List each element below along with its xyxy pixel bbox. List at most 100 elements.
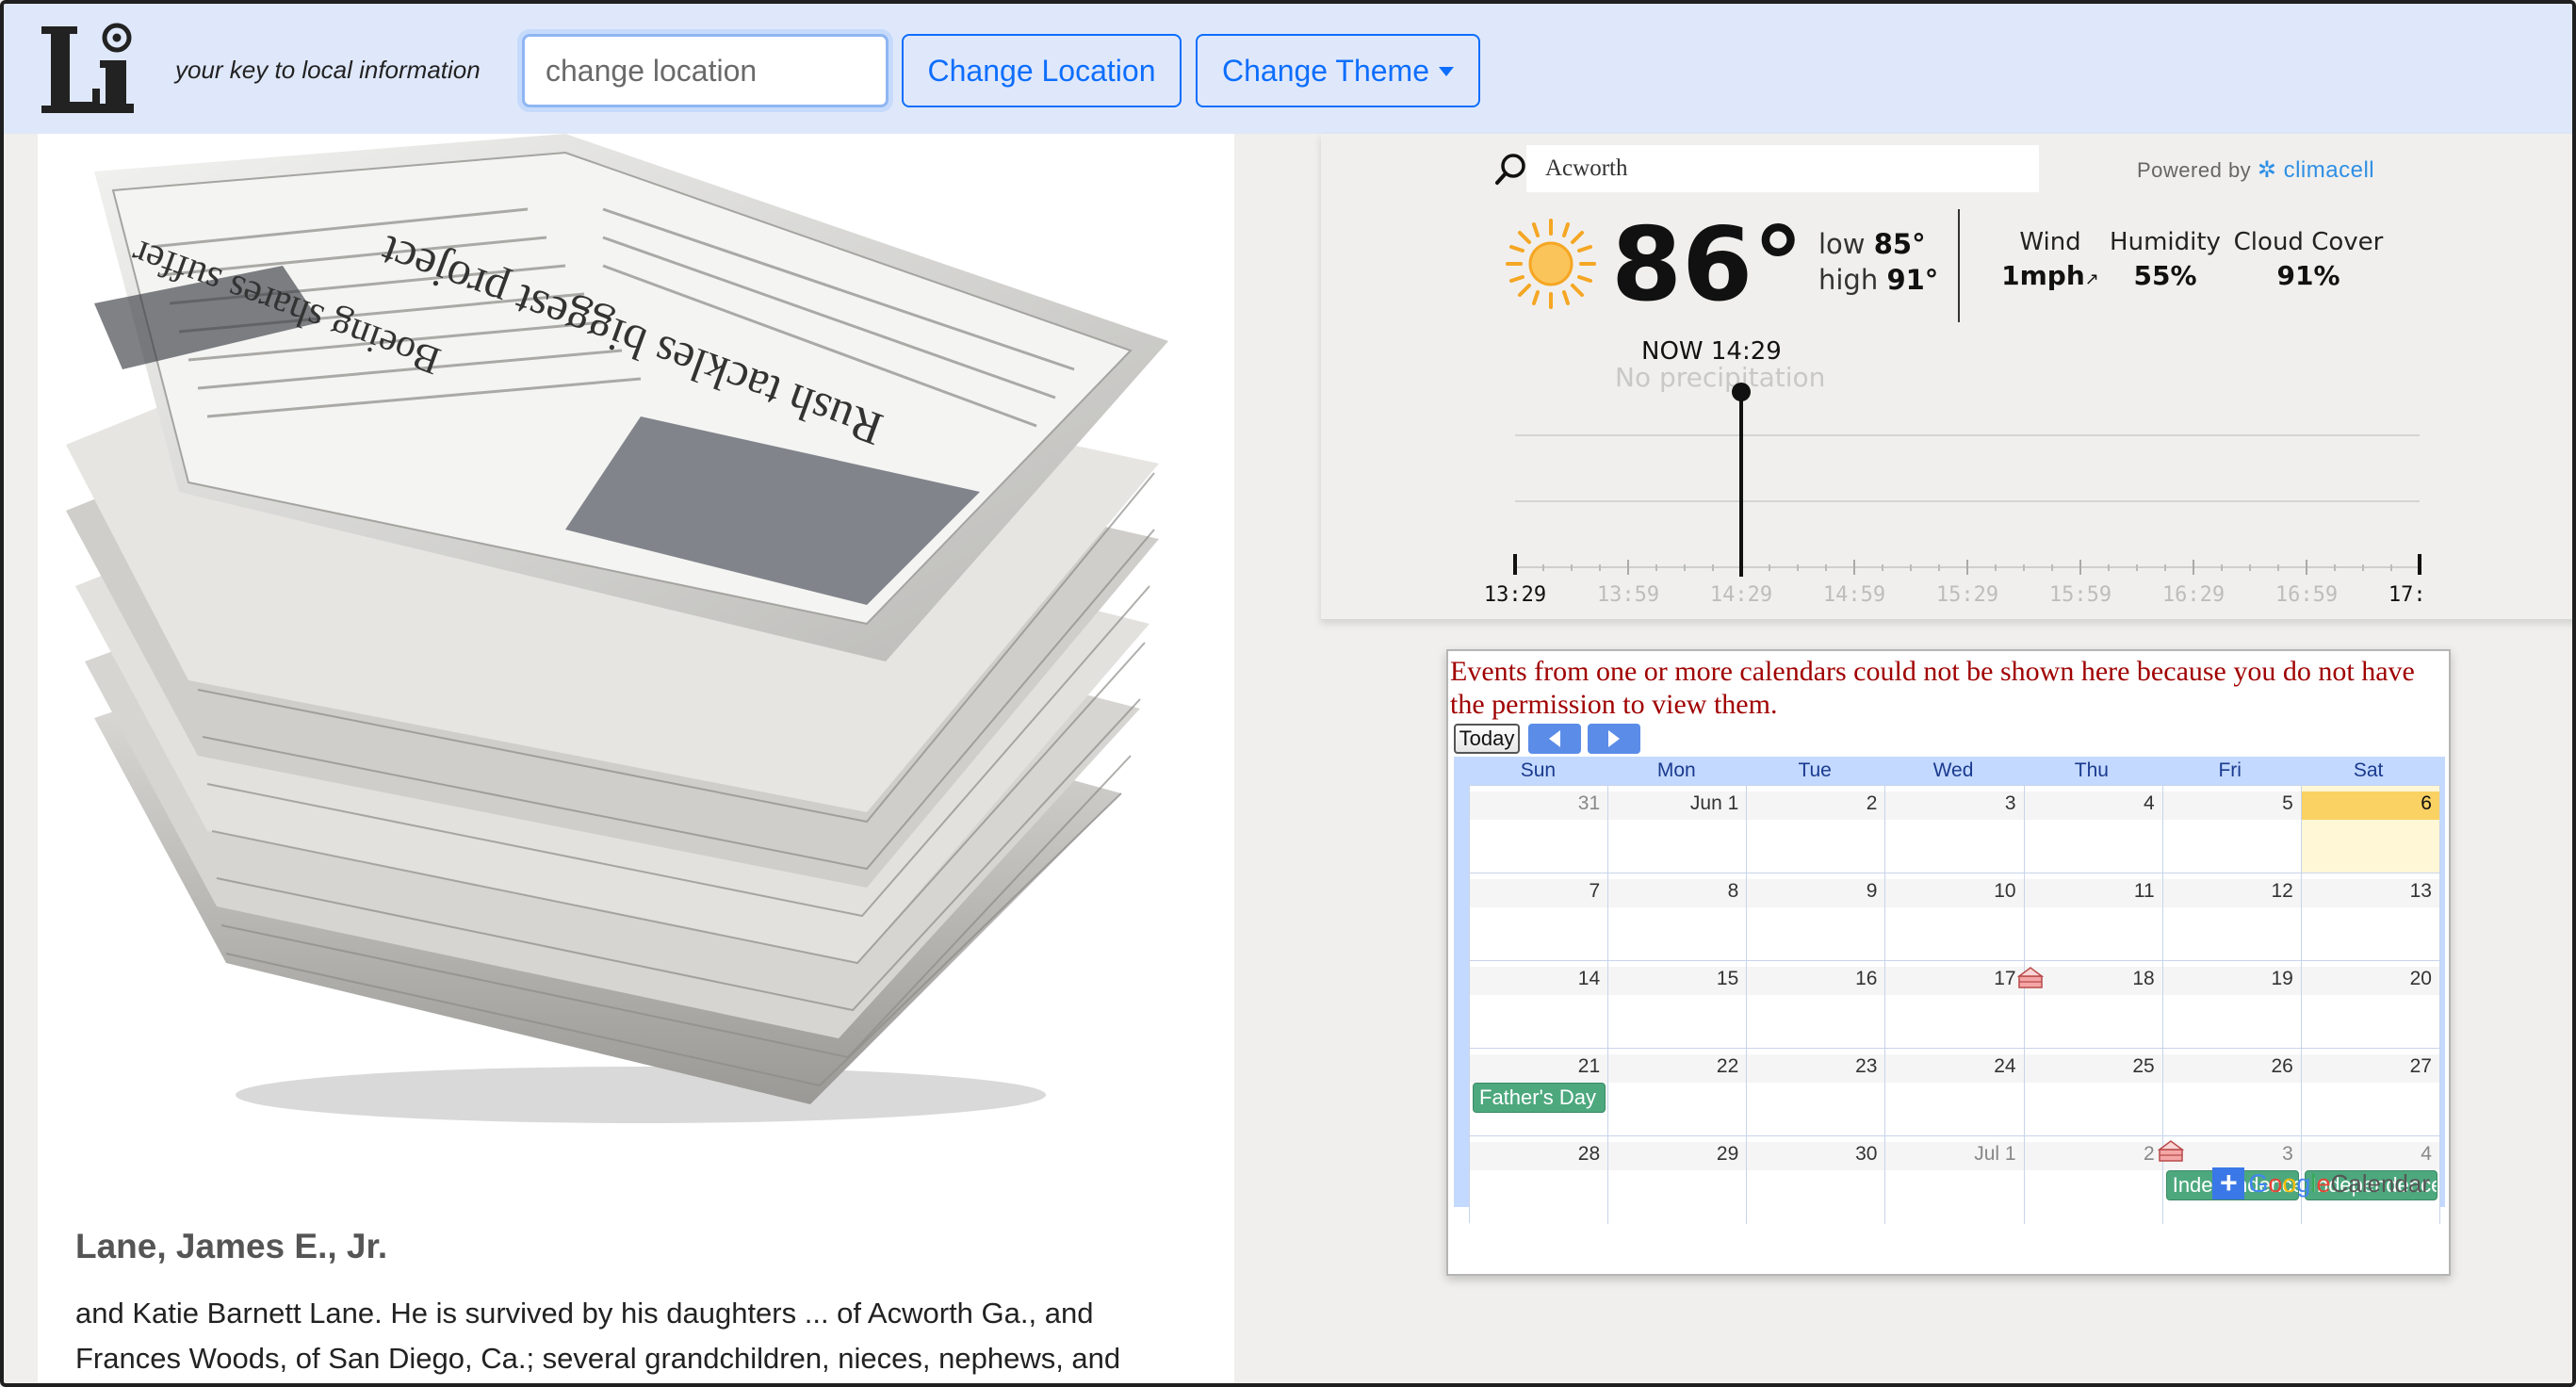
calendar-day-number[interactable]: 4 <box>2024 791 2162 820</box>
calendar-day-number[interactable]: 5 <box>2162 791 2301 820</box>
calendar-day-number[interactable]: 2 <box>1747 791 1885 820</box>
calendar-day-cell[interactable]: 27 <box>2301 1049 2440 1136</box>
calendar-day-number[interactable]: Jun 1 <box>1608 791 1747 820</box>
calendar-day-cell[interactable]: 16 <box>1747 961 1886 1049</box>
calendar-day-cell[interactable]: 3 <box>1885 786 2025 873</box>
cloud-cover-stat: Cloud Cover 91% <box>2233 228 2384 291</box>
calendar-day-number[interactable]: 30 <box>1747 1142 1885 1170</box>
calendar-day-cell[interactable]: 31 <box>1470 786 1609 873</box>
calendar-day-number[interactable]: 9 <box>1747 879 1885 907</box>
calendar-day-cell[interactable]: 25 <box>2024 1049 2163 1136</box>
google-calendar-footer[interactable]: + Google Calendar <box>2212 1167 2430 1199</box>
calendar-day-cell[interactable]: 29 <box>1608 1136 1748 1224</box>
calendar-event[interactable]: Father's Day <box>1473 1083 1606 1113</box>
calendar-day-cell[interactable]: 23 <box>1747 1049 1886 1136</box>
calendar-day-cell[interactable]: Jul 1 <box>1885 1136 2025 1224</box>
calendar-day-cell[interactable]: Jun 1 <box>1608 786 1748 873</box>
calendar-grid: 31 Jun 1 2 3 4 5 6 7 8 9 10 11 12 13 14 15 16 17 18 19 20 21 F… <box>1469 785 2440 1224</box>
calendar-day-number[interactable]: 14 <box>1470 967 1608 995</box>
calendar-day-cell[interactable]: 5 <box>2162 786 2302 873</box>
calendar-day-number[interactable]: 26 <box>2162 1054 2301 1083</box>
calendar-day-cell[interactable]: 6 <box>2301 786 2440 873</box>
weekday-header: Sun Mon Tue Wed Thu Fri Sat <box>1469 757 2437 783</box>
change-theme-label: Change Theme <box>1222 53 1429 88</box>
birthday-cake-icon[interactable] <box>2157 1138 2185 1163</box>
calendar-day-cell[interactable]: 2 <box>2024 1136 2184 1224</box>
calendar-day-number[interactable]: 28 <box>1470 1142 1608 1170</box>
calendar-day-cell[interactable]: 2 <box>1747 786 1886 873</box>
add-to-calendar-icon[interactable]: + <box>2212 1167 2245 1199</box>
calendar-day-number[interactable]: 27 <box>2301 1054 2439 1083</box>
previous-month-button[interactable] <box>1528 724 1581 754</box>
now-marker-dot <box>1732 383 1751 401</box>
calendar-day-number[interactable]: 3 <box>1885 791 2024 820</box>
calendar-day-cell[interactable]: 20 <box>2301 961 2440 1049</box>
calendar-day-number[interactable]: 13 <box>2301 879 2439 907</box>
calendar-day-number[interactable]: 17 <box>1885 967 2024 995</box>
calendar-day-cell[interactable]: 26 <box>2162 1049 2302 1136</box>
calendar-day-cell[interactable]: 14 <box>1470 961 1609 1049</box>
calendar-day-number[interactable]: 18 <box>2024 967 2162 995</box>
next-month-button[interactable] <box>1588 724 1640 754</box>
change-location-button[interactable]: Change Location <box>902 34 1182 107</box>
calendar-day-number[interactable]: 31 <box>1470 791 1608 820</box>
powered-by[interactable]: Powered by ✲ climacell <box>2137 156 2374 184</box>
timeline-label: 13:59 <box>1597 583 1659 607</box>
calendar-day-number[interactable]: 20 <box>2301 967 2439 995</box>
calendar-day-cell[interactable]: 17 <box>1885 961 2044 1049</box>
timeline-label: 16:29 <box>2162 583 2225 607</box>
weekday-mon: Mon <box>1656 759 1696 781</box>
calendar-day-cell[interactable]: 22 <box>1608 1049 1748 1136</box>
calendar-day-cell[interactable]: 4 <box>2024 786 2163 873</box>
calendar-day-cell[interactable]: 11 <box>2024 873 2163 961</box>
calendar-day-number[interactable]: 4 <box>2301 1142 2439 1170</box>
search-icon[interactable] <box>1492 151 1530 188</box>
calendar-day-number[interactable]: 16 <box>1747 967 1885 995</box>
calendar-day-cell[interactable]: 21 Father's Day <box>1470 1049 1609 1136</box>
calendar-day-cell[interactable]: 28 <box>1470 1136 1609 1224</box>
calendar-day-number[interactable]: 2 <box>2024 1142 2162 1170</box>
precipitation-timeline[interactable]: 13:29 13:59 14:29 14:59 15:29 15:59 16:29 16:59… <box>1481 379 2423 614</box>
calendar-day-number[interactable]: 29 <box>1608 1142 1747 1170</box>
calendar-day-cell[interactable]: 12 <box>2162 873 2302 961</box>
calendar-day-cell[interactable]: 18 <box>2024 961 2163 1049</box>
news-title[interactable]: Lane, James E., Jr. <box>75 1227 387 1266</box>
calendar-day-cell[interactable]: 7 <box>1470 873 1609 961</box>
calendar-day-cell[interactable]: 8 <box>1608 873 1748 961</box>
calendar-day-number[interactable]: 21 <box>1470 1054 1608 1083</box>
weather-location-input[interactable] <box>1526 145 2039 192</box>
birthday-cake-icon[interactable] <box>2016 965 2045 989</box>
calendar-day-number[interactable]: 10 <box>1885 879 2024 907</box>
low-temperature: low 85° <box>1818 228 1926 260</box>
calendar-day-number[interactable]: 6 <box>2301 791 2439 820</box>
newspaper-stack-image[interactable]: Boeing shares suffer Rush tackles bigges… <box>38 134 1234 1133</box>
calendar-day-number[interactable]: 19 <box>2162 967 2301 995</box>
calendar-day-number[interactable]: 12 <box>2162 879 2301 907</box>
tagline: your key to local information <box>175 56 481 84</box>
calendar-day-number[interactable]: 7 <box>1470 879 1608 907</box>
location-input[interactable] <box>522 34 889 107</box>
timeline-label: 15:59 <box>2049 583 2111 607</box>
weekday-tue: Tue <box>1798 759 1832 781</box>
change-theme-dropdown[interactable]: Change Theme <box>1196 34 1480 107</box>
today-button[interactable]: Today <box>1454 724 1520 754</box>
calendar-day-number[interactable]: 15 <box>1608 967 1747 995</box>
calendar-day-cell[interactable]: 30 <box>1747 1136 1886 1224</box>
calendar-day-cell[interactable]: 19 <box>2162 961 2302 1049</box>
calendar-day-cell[interactable]: 10 <box>1885 873 2025 961</box>
li-logo-icon[interactable] <box>38 21 141 119</box>
calendar-day-number[interactable]: Jul 1 <box>1885 1142 2024 1170</box>
calendar-day-number[interactable]: 11 <box>2024 879 2162 907</box>
calendar-day-cell[interactable]: 24 <box>1885 1049 2025 1136</box>
calendar-day-cell[interactable]: 9 <box>1747 873 1886 961</box>
calendar-day-cell[interactable]: 15 <box>1608 961 1748 1049</box>
calendar-day-number[interactable]: 25 <box>2024 1054 2162 1083</box>
humidity-stat: Humidity 55% <box>2110 228 2221 291</box>
timeline-label: 14:29 <box>1710 583 1772 607</box>
calendar-day-number[interactable]: 8 <box>1608 879 1747 907</box>
calendar-day-number[interactable]: 23 <box>1747 1054 1885 1083</box>
calendar-day-cell[interactable]: 13 <box>2301 873 2440 961</box>
calendar-day-number[interactable]: 24 <box>1885 1054 2024 1083</box>
calendar-day-number[interactable]: 22 <box>1608 1054 1747 1083</box>
timeline-label: 14:59 <box>1823 583 1885 607</box>
